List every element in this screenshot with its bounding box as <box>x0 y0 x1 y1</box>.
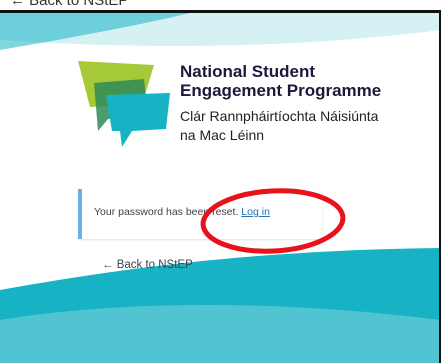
brand-title-line1: National Student <box>180 62 316 81</box>
top-back-link[interactable]: ← Back to NStEP <box>10 0 128 9</box>
brand-subtitle-line2: na Mac Léinn <box>180 127 265 143</box>
brand-title: National Student Engagement Programme <box>180 62 420 100</box>
bottom-light-band <box>0 305 441 363</box>
nstep-logo-icon <box>78 61 170 147</box>
background-swoosh <box>0 13 441 363</box>
brand-subtitle: Clár Rannpháirtíochta Náisiúnta na Mac L… <box>180 107 420 145</box>
logo-teal-shape <box>106 93 170 147</box>
brand-subtitle-line1: Clár Rannpháirtíochta Náisiúnta <box>180 108 379 124</box>
brand-title-line2: Engagement Programme <box>180 81 382 100</box>
red-annotation-circle <box>200 188 346 254</box>
top-border <box>0 10 441 13</box>
back-to-nstep-link[interactable]: ← Back to NStEP <box>102 259 193 271</box>
